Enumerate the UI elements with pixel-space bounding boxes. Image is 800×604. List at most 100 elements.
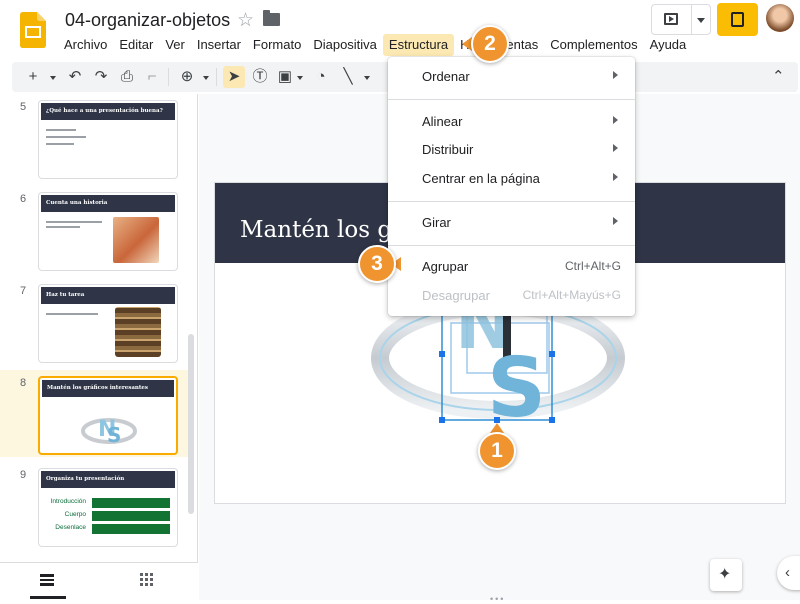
slide-row-9[interactable]: 9 Organiza tu presentación Introducción … <box>0 462 190 549</box>
menu-item-alinear[interactable]: Alinear <box>388 107 635 136</box>
menu-ver[interactable]: Ver <box>159 34 191 56</box>
list-view-icon[interactable] <box>40 574 54 586</box>
thumb-agenda-label: Cuerpo <box>64 511 86 518</box>
menu-complementos[interactable]: Complementos <box>544 34 643 56</box>
thumb-title: Haz tu tarea <box>41 287 175 304</box>
menu-archivo[interactable]: Archivo <box>58 34 113 56</box>
slide-row-6[interactable]: 6 Cuenta una historia <box>0 186 190 273</box>
filmstrip: 5 ¿Qué hace a una presentación buena? 6 … <box>0 94 198 600</box>
menu-ayuda[interactable]: Ayuda <box>644 34 693 56</box>
share-button[interactable] <box>717 3 758 36</box>
header: 04-organizar-objetos ☆ Archivo Editar Ve… <box>0 0 800 60</box>
image-caret-icon[interactable] <box>297 76 303 80</box>
textbox-icon[interactable]: Ⓣ <box>249 66 271 88</box>
slide-thumbnail[interactable]: Cuenta una historia <box>38 192 178 271</box>
share-lock-icon <box>731 12 744 27</box>
avatar[interactable] <box>766 4 794 32</box>
menu-diapositiva[interactable]: Diapositiva <box>307 34 383 56</box>
menu-formato[interactable]: Formato <box>247 34 307 56</box>
panel-resize-handle[interactable]: ••• <box>490 594 505 604</box>
thumb-agenda-label: Desenlace <box>55 524 86 531</box>
thumb-agenda-row: Desenlace <box>46 522 174 535</box>
line-caret-icon[interactable] <box>364 76 370 80</box>
menu-item-centrar[interactable]: Centrar en la página <box>388 164 635 193</box>
menu-item-desagrupar: Desagrupar Ctrl+Alt+Mayús+G <box>388 281 635 310</box>
menu-divider <box>388 245 635 246</box>
slide-row-8[interactable]: 8 Mantén los gráficos interesantes N S <box>0 370 190 457</box>
thumb-agenda-label: Introducción <box>50 498 86 505</box>
thumb-title: Organiza tu presentación <box>41 471 175 488</box>
menu-item-label: Agrupar <box>422 259 469 274</box>
menubar: Archivo Editar Ver Insertar Formato Diap… <box>58 34 692 56</box>
paint-format-icon[interactable]: ⌐ <box>141 66 163 88</box>
menu-item-label: Girar <box>422 215 451 230</box>
menu-item-ordenar[interactable]: Ordenar <box>388 62 635 91</box>
explore-icon[interactable] <box>710 559 742 591</box>
thumb-agenda: Introducción Cuerpo Desenlace <box>46 496 174 535</box>
menu-divider <box>388 201 635 202</box>
thumb-text-line <box>46 226 80 228</box>
menu-estructura[interactable]: Estructura <box>382 34 455 56</box>
present-button[interactable] <box>651 4 711 35</box>
thumb-title: ¿Qué hace a una presentación buena? <box>41 103 175 120</box>
image-icon[interactable]: ▣ <box>274 66 296 88</box>
menu-item-label: Ordenar <box>422 69 470 84</box>
filmstrip-scrollbar[interactable] <box>188 334 194 514</box>
menu-item-agrupar[interactable]: Agrupar Ctrl+Alt+G <box>388 252 635 281</box>
zoom-caret-icon[interactable] <box>203 76 209 80</box>
slide-thumbnail[interactable]: Mantén los gráficos interesantes N S <box>38 376 178 455</box>
undo-icon[interactable]: ↶ <box>64 66 86 88</box>
menu-item-label: Alinear <box>422 114 463 129</box>
shape-icon[interactable]: ◔ <box>310 66 332 88</box>
menu-item-shortcut: Ctrl+Alt+G <box>564 259 621 273</box>
add-icon[interactable]: + <box>22 66 44 88</box>
thumb-agenda-row: Cuerpo <box>46 509 174 522</box>
menu-editar[interactable]: Editar <box>113 34 159 56</box>
thumb-agenda-box <box>92 511 170 521</box>
menu-insertar[interactable]: Insertar <box>191 34 247 56</box>
thumb-agenda-box <box>92 524 170 534</box>
thumb-text-line <box>46 143 74 145</box>
redo-icon[interactable]: ↷ <box>90 66 112 88</box>
slide-number: 7 <box>20 285 27 297</box>
callout-1: 1 <box>478 432 516 470</box>
menu-item-label: Centrar en la página <box>422 171 540 186</box>
collapse-icon[interactable]: ⌃ <box>772 67 785 85</box>
slide-row-5[interactable]: 5 ¿Qué hace a una presentación buena? <box>0 94 190 181</box>
zoom-icon[interactable]: ⊕ <box>176 66 198 88</box>
menu-divider <box>388 99 635 100</box>
thumb-text-line <box>46 313 98 315</box>
add-caret-icon[interactable] <box>50 76 56 80</box>
toolbar-divider <box>216 68 217 86</box>
line-icon[interactable]: ╲ <box>337 66 359 88</box>
slides-logo[interactable] <box>20 12 46 48</box>
svg-text:S: S <box>107 423 121 447</box>
slide-thumbnail[interactable]: Organiza tu presentación Introducción Cu… <box>38 468 178 547</box>
toolbar-divider <box>168 68 169 86</box>
slide-thumbnail[interactable]: Haz tu tarea <box>38 284 178 363</box>
thumb-text-line <box>46 129 76 131</box>
thumb-logo-graphic: N S <box>81 417 137 447</box>
star-icon[interactable]: ☆ <box>237 9 254 32</box>
submenu-arrow-icon <box>613 173 618 181</box>
present-icon <box>664 13 678 25</box>
estructura-menu: Ordenar Alinear Distribuir Centrar en la… <box>388 57 635 316</box>
submenu-arrow-icon <box>613 116 618 124</box>
folder-icon[interactable] <box>263 10 280 26</box>
present-separator <box>691 5 692 34</box>
slide-number: 5 <box>20 101 27 113</box>
slide-number: 8 <box>20 377 27 389</box>
present-options-caret-icon[interactable] <box>697 18 705 23</box>
submenu-arrow-icon <box>613 144 618 152</box>
print-icon[interactable]: ⎙ <box>116 66 138 88</box>
doc-title[interactable]: 04-organizar-objetos <box>65 10 230 31</box>
grid-view-icon[interactable] <box>140 573 153 586</box>
select-icon[interactable]: ➤ <box>223 66 245 88</box>
menu-item-girar[interactable]: Girar <box>388 208 635 237</box>
menu-item-distribuir[interactable]: Distribuir <box>388 135 635 164</box>
thumb-photo <box>113 217 159 263</box>
slide-row-7[interactable]: 7 Haz tu tarea <box>0 278 190 365</box>
list-view-active-indicator <box>30 596 66 599</box>
slide-thumbnail[interactable]: ¿Qué hace a una presentación buena? <box>38 100 178 179</box>
menu-item-label: Distribuir <box>422 142 474 157</box>
